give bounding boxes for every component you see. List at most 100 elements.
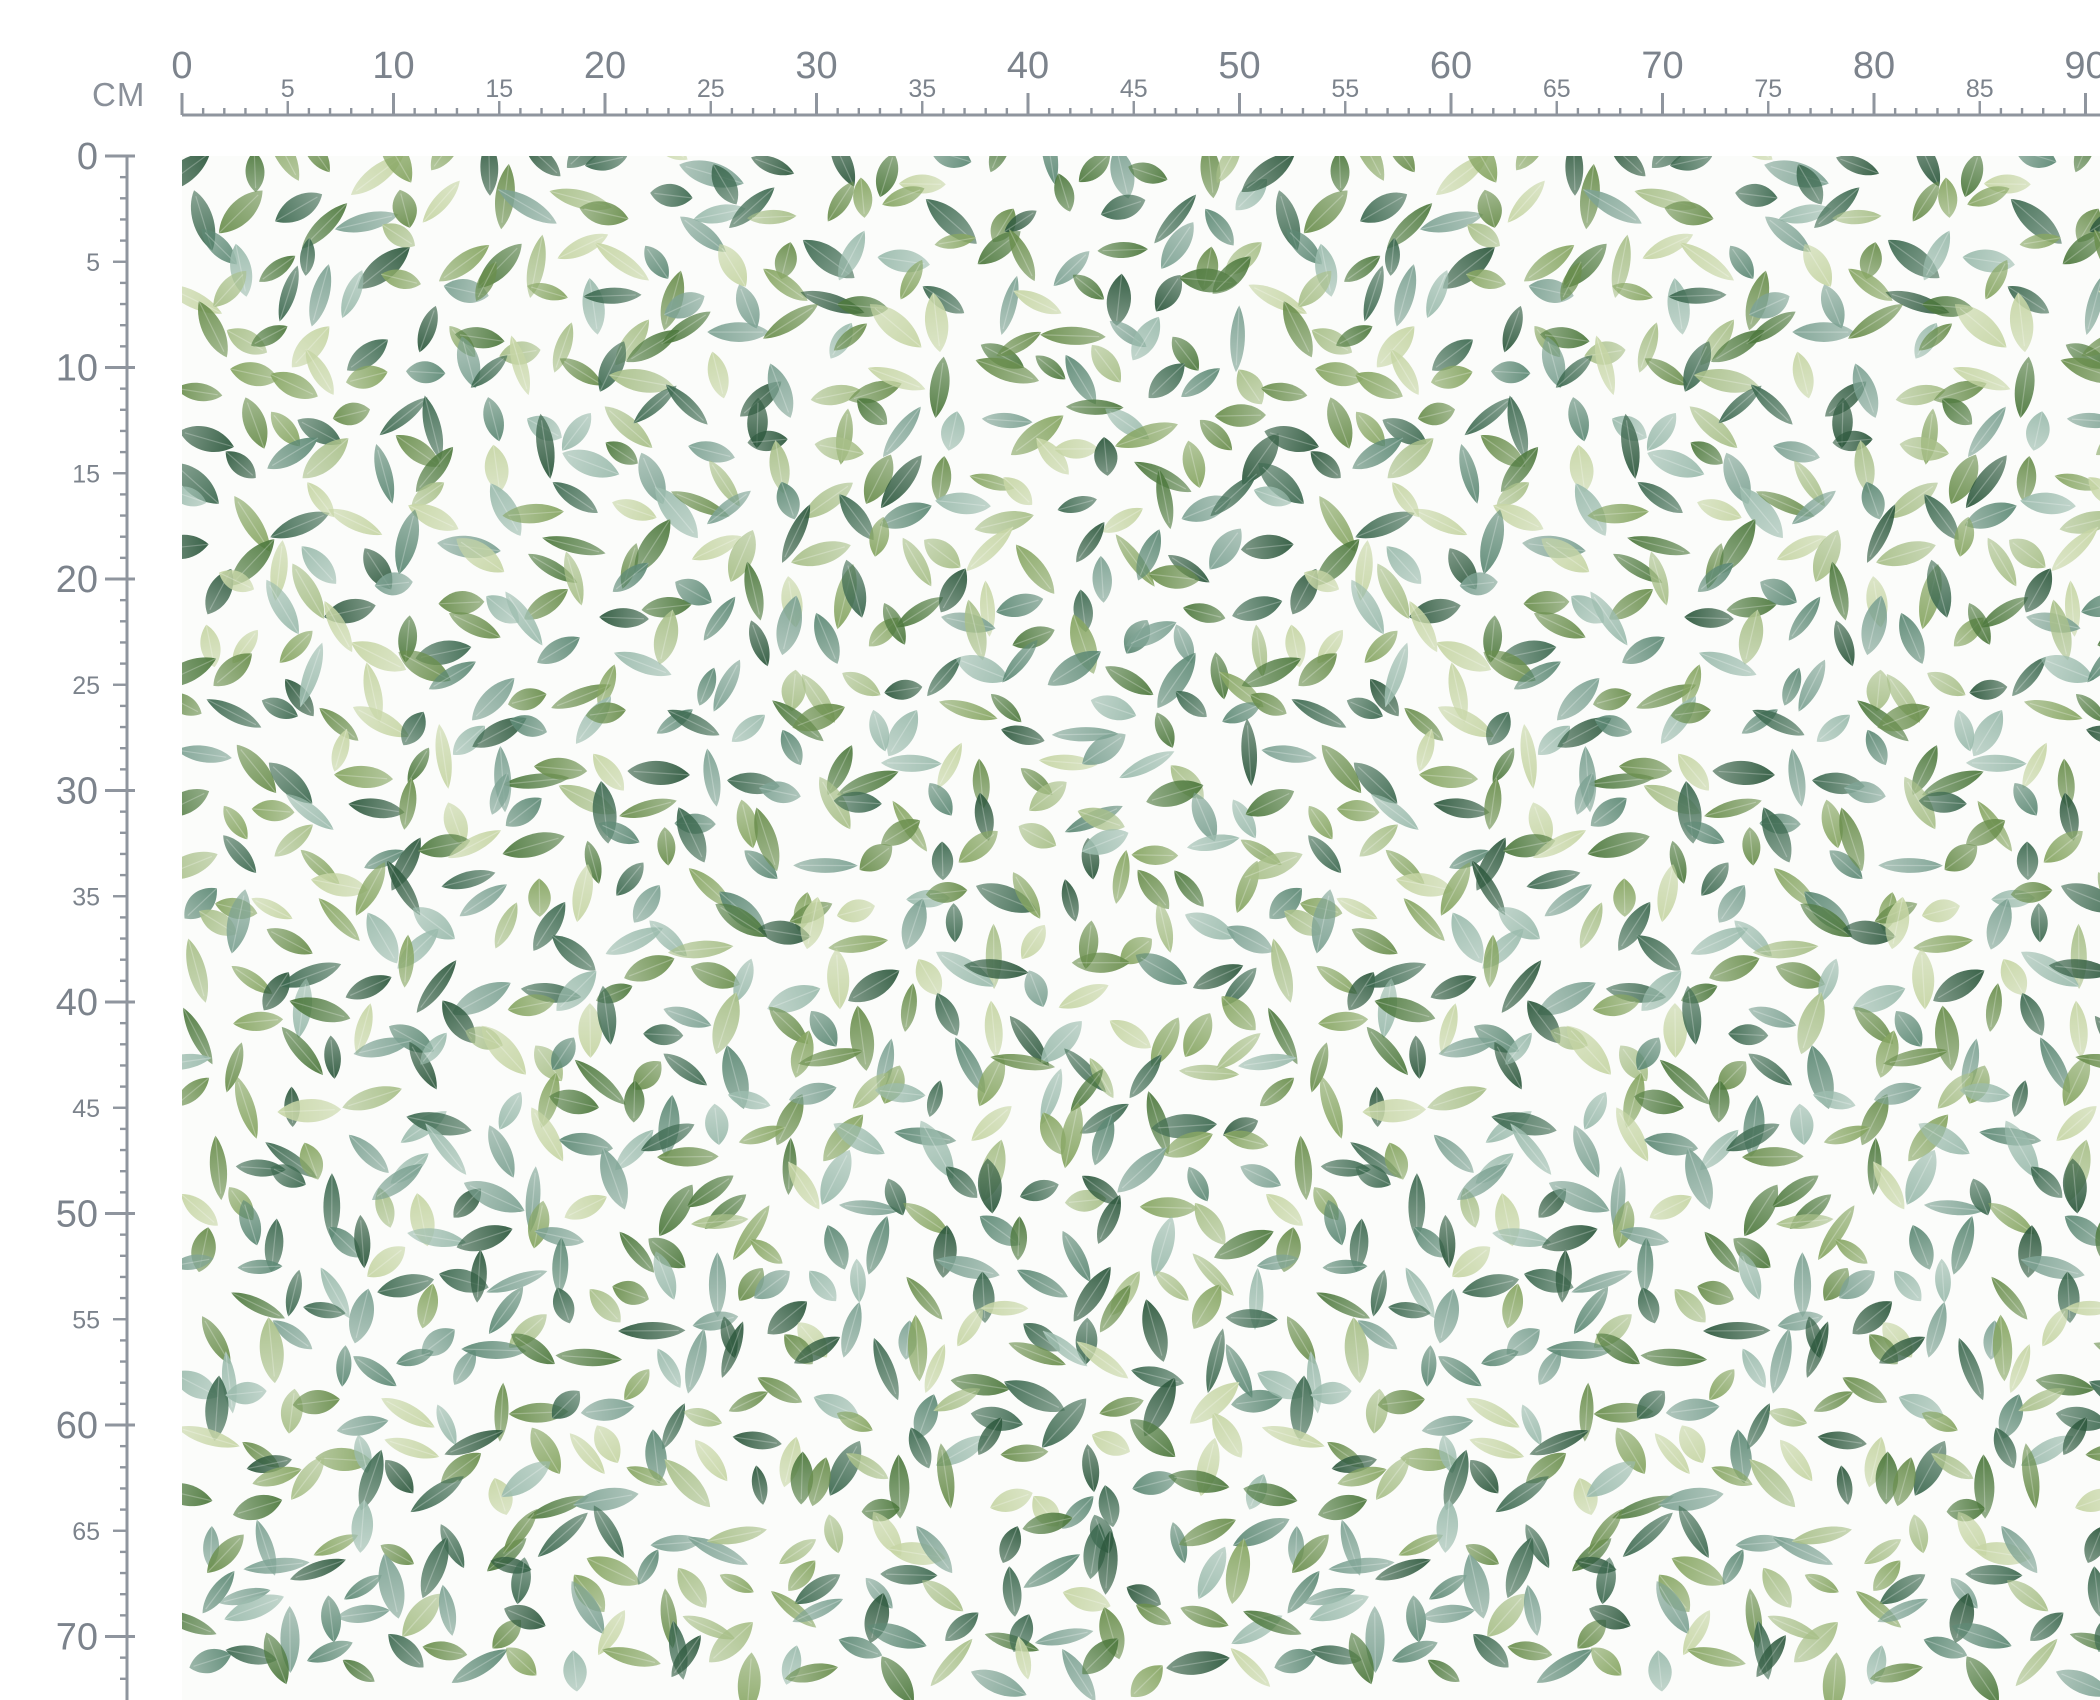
leaf-vein	[289, 1612, 291, 1674]
vertical-ruler-label: 50	[56, 1194, 98, 1236]
horizontal-ruler: 051015202530354045505560657075808590	[171, 45, 2100, 117]
leaf-shape	[881, 1656, 914, 1700]
horizontal-ruler-label: 65	[1543, 75, 1571, 103]
leaf-vein	[1433, 1134, 1471, 1170]
horizontal-ruler-label: 25	[697, 75, 725, 103]
vertical-ruler-label: 30	[56, 771, 98, 813]
horizontal-ruler-label: 40	[1007, 45, 1049, 87]
vertical-ruler-label: 45	[72, 1095, 100, 1123]
horizontal-ruler-label: 10	[372, 45, 414, 87]
leaf-shape	[930, 156, 972, 168]
leaf-vein	[318, 707, 355, 738]
leaf-vein	[656, 1155, 713, 1158]
leaf-shape	[1352, 156, 1385, 181]
leaf-vein	[1971, 406, 2007, 453]
leaf-vein	[594, 242, 644, 278]
leaf-vein	[1028, 1553, 1081, 1585]
leaf-vein	[596, 1510, 625, 1559]
leaf-vein	[886, 406, 922, 453]
leaf-shape	[182, 692, 202, 716]
leaf-vein	[1741, 1155, 1798, 1158]
leaf-shape	[267, 156, 300, 181]
leaf-vein	[762, 307, 813, 340]
leaf-shape	[1130, 1665, 1163, 1698]
leaf-vein	[1214, 473, 1258, 513]
leaf-shape	[2087, 1566, 2100, 1617]
leaf-vein	[1403, 707, 1440, 738]
leaf-vein	[410, 1479, 459, 1513]
leaf-vein	[1505, 959, 1542, 1008]
leaf-vein	[379, 400, 424, 436]
leaf-shape	[1110, 156, 1135, 199]
leaf-vein	[1403, 897, 1442, 938]
leaf-shape	[2084, 275, 2100, 336]
leaf-vein	[934, 1638, 973, 1682]
leaf-shape	[2081, 593, 2100, 617]
leaf-vein	[1015, 544, 1051, 590]
leaf-vein	[230, 1292, 280, 1317]
horizontal-ruler-label: 75	[1754, 75, 1782, 103]
leaf-vein	[1132, 1054, 1163, 1095]
leaf-pattern-swatch	[182, 156, 2100, 1700]
leaf-shape	[2075, 693, 2100, 723]
leaf-vein	[664, 1458, 707, 1503]
leaf-vein	[285, 1031, 324, 1076]
horizontal-ruler-label: 35	[908, 75, 936, 103]
leaf-vein	[617, 1329, 679, 1332]
leaf-vein	[665, 383, 704, 422]
leaf-shape	[751, 156, 795, 176]
leaf-vein	[1971, 762, 2027, 765]
leaf-vein	[898, 182, 942, 185]
leaf-vein	[619, 1231, 652, 1269]
leaf-vein	[1230, 1647, 1267, 1684]
leaf-vein	[1370, 1031, 1409, 1076]
leaf-vein	[1990, 1276, 2025, 1316]
leaf-vein	[930, 656, 962, 693]
leaf-shape	[2084, 1526, 2100, 1564]
leaf-vein	[632, 388, 673, 424]
leaf-vein	[1315, 1292, 1365, 1317]
vertical-ruler-label: 0	[77, 136, 98, 178]
leaf-shape	[1966, 1656, 1999, 1700]
leaf-vein	[463, 883, 508, 914]
leaf-vein	[2026, 841, 2029, 877]
leaf-vein	[941, 841, 944, 877]
leaf-vein	[1548, 883, 1593, 914]
leaf-vein	[667, 1056, 708, 1086]
leaf-vein	[1071, 406, 1124, 409]
horizontal-ruler-label: 85	[1966, 75, 1994, 103]
leaf-vein	[1674, 1008, 1677, 1058]
vertical-ruler-label: 65	[72, 1518, 100, 1546]
horizontal-ruler-label: 55	[1331, 75, 1359, 103]
leaf-vein	[206, 698, 257, 726]
leaf-shape	[1078, 156, 1110, 182]
leaf-vein	[1267, 1007, 1296, 1060]
leaf-vein	[1679, 242, 1729, 278]
leaf-vein	[2019, 1638, 2058, 1682]
leaf-vein	[1001, 643, 1035, 683]
leaf-vein	[420, 959, 457, 1008]
leaf-vein	[1121, 1147, 1167, 1189]
leaf-vein	[1704, 1231, 1737, 1269]
horizontal-ruler-label: 60	[1430, 45, 1472, 87]
leaf-vein	[1291, 698, 1342, 726]
vertical-ruler-label: 70	[56, 1617, 98, 1659]
leaf-group	[182, 156, 2100, 1700]
leaf-vein	[1118, 753, 1170, 779]
horizontal-ruler-label: 5	[281, 75, 295, 103]
fabric-preview: CM 0 5 10 15 20 25 30 35 40 45 50 55 60 65 70 75 80 85 90 …	[0, 0, 2100, 1700]
leaf-shape	[2073, 156, 2096, 173]
vertical-ruler-label: 60	[56, 1405, 98, 1447]
leaf-vein	[589, 1008, 592, 1058]
horizontal-ruler-label: 45	[1120, 75, 1148, 103]
vertical-ruler-label: 15	[72, 460, 100, 488]
leaf-vein	[1847, 307, 1898, 340]
leaf-shape	[182, 788, 210, 817]
leaf-vein	[1573, 1291, 1606, 1335]
horizontal-ruler-label: 70	[1641, 45, 1683, 87]
leaf-shape	[2086, 725, 2100, 745]
leaf-shape	[303, 156, 330, 173]
leaf-vein	[1681, 1510, 1710, 1559]
leaf-shape	[2085, 1444, 2100, 1462]
leaf-shape	[2088, 477, 2100, 505]
